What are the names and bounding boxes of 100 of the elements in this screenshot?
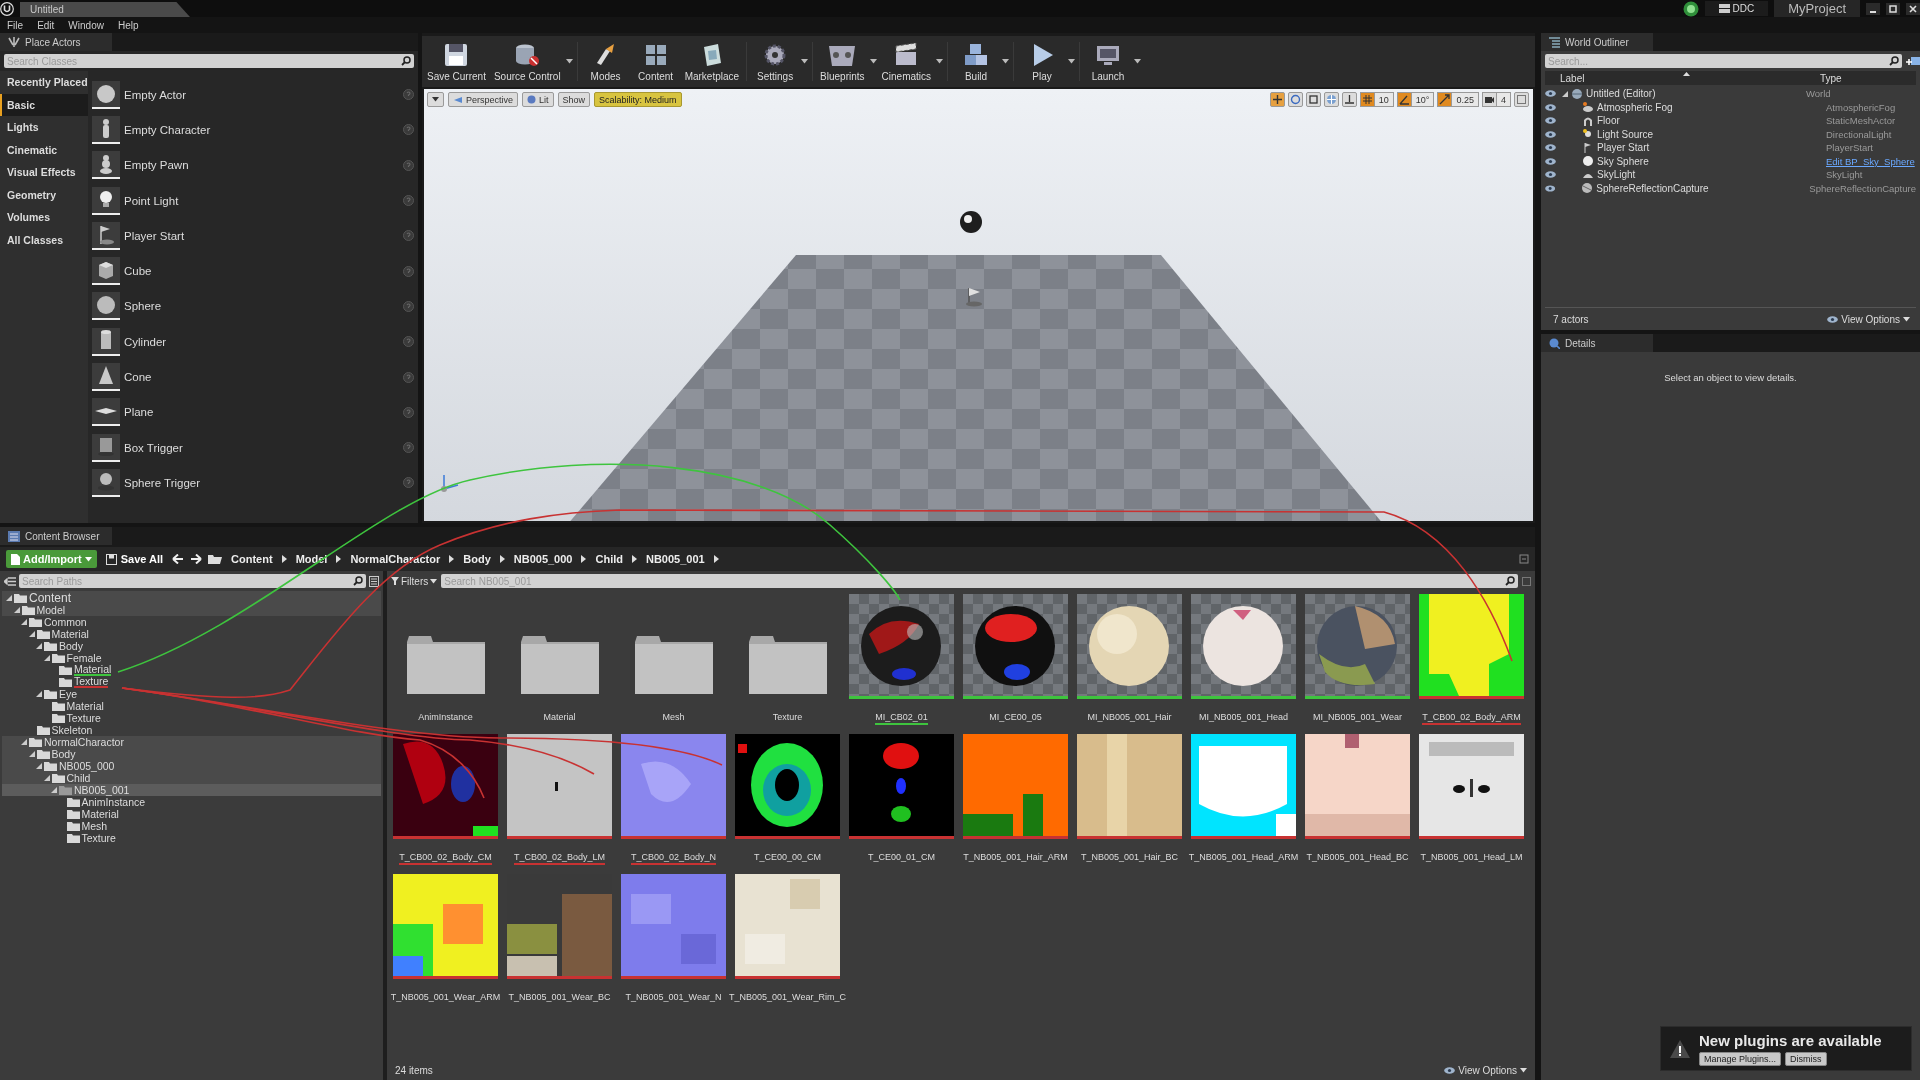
help-icon[interactable] xyxy=(403,124,414,136)
actor-name[interactable]: Empty Pawn xyxy=(124,159,399,172)
breadcrumb[interactable]: Body xyxy=(460,553,494,565)
separator-icon[interactable] xyxy=(449,555,455,563)
asset-name[interactable]: T_NB005_001_Wear_BC xyxy=(508,992,611,1003)
pawn-icon[interactable] xyxy=(92,151,120,180)
expanded-arrow-icon[interactable] xyxy=(51,787,57,793)
actor-label[interactable]: SphereReflectionCapture xyxy=(1596,182,1709,194)
tree-row[interactable]: Skeleton xyxy=(2,724,381,736)
help-icon[interactable] xyxy=(403,477,414,489)
tree-row[interactable]: Material xyxy=(2,700,381,712)
expanded-arrow-icon[interactable] xyxy=(21,619,27,625)
add-import-button[interactable]: Add/Import xyxy=(6,550,97,568)
asset-name[interactable]: MI_NB005_001_Wear xyxy=(1313,712,1402,723)
actor-label[interactable]: Sky Sphere xyxy=(1597,155,1649,167)
expanded-arrow-icon[interactable] xyxy=(21,739,27,745)
toolbar-button[interactable]: Play xyxy=(1018,36,1067,87)
tree-row[interactable]: AnimInstance xyxy=(2,796,381,808)
toolbar-button[interactable]: Content xyxy=(631,36,680,87)
category-tab[interactable]: Cinematic xyxy=(0,138,88,161)
visibility-icon[interactable] xyxy=(1545,130,1556,138)
category-tab[interactable]: Basic xyxy=(0,93,88,116)
asset-name[interactable]: T_CB00_02_Body_LM xyxy=(513,852,606,865)
figure-icon[interactable] xyxy=(92,115,120,144)
asset-name[interactable]: T_NB005_001_Wear_Rim_C xyxy=(729,992,846,1003)
asset-name[interactable]: MI_CB02_01 xyxy=(875,712,928,725)
panel-tab[interactable]: World Outliner xyxy=(1541,33,1653,51)
bulb-icon[interactable] xyxy=(92,186,120,215)
separator-icon[interactable] xyxy=(499,555,505,563)
asset-name[interactable]: T_NB005_001_Head_ARM xyxy=(1188,852,1299,863)
tree-row[interactable]: Material xyxy=(2,664,381,676)
cube-icon[interactable] xyxy=(92,257,120,286)
visibility-icon[interactable] xyxy=(1444,1066,1456,1074)
tree-row[interactable]: Material xyxy=(2,808,381,820)
category-tab[interactable]: Visual Effects xyxy=(0,161,88,184)
help-icon[interactable] xyxy=(403,159,414,171)
snap-toggle[interactable] xyxy=(1437,92,1453,107)
tree-row[interactable]: NormalCharactor xyxy=(2,736,381,748)
panel-tab[interactable]: Place Actors xyxy=(0,33,112,51)
tree-row[interactable]: Texture xyxy=(2,712,381,724)
search-icon[interactable] xyxy=(401,56,411,66)
tree-row[interactable]: Child xyxy=(2,772,381,784)
filters-button[interactable]: Filters xyxy=(391,575,438,587)
visibility-icon[interactable] xyxy=(1545,184,1556,192)
separator-icon[interactable] xyxy=(336,555,342,563)
menu-item[interactable]: Window xyxy=(61,19,111,31)
snap-value[interactable]: 0.25 xyxy=(1452,92,1479,107)
breadcrumb[interactable]: NB005_001 xyxy=(643,553,708,565)
visibility-icon[interactable] xyxy=(1545,103,1556,111)
toolbar-button[interactable]: Source Control xyxy=(490,36,564,87)
tree-row[interactable]: Eye xyxy=(2,688,381,700)
tree-row[interactable]: Body xyxy=(2,748,381,760)
asset-name[interactable]: MI_NB005_001_Head xyxy=(1198,712,1289,723)
lock-icon[interactable] xyxy=(1522,576,1531,586)
expanded-arrow-icon[interactable] xyxy=(28,751,35,757)
tree-row[interactable]: Common xyxy=(2,616,381,628)
tree-row[interactable]: Model xyxy=(2,604,381,616)
asset-name[interactable]: T_NB005_001_Hair_BC xyxy=(1080,852,1179,863)
folder-icon[interactable] xyxy=(404,636,487,696)
column-header[interactable]: Type xyxy=(1810,72,1842,84)
tree-row[interactable]: NB005_000 xyxy=(2,760,381,772)
category-tab[interactable]: All Classes xyxy=(0,228,88,251)
notification-button[interactable]: Dismiss xyxy=(1785,1051,1827,1066)
breadcrumb[interactable]: Content xyxy=(228,553,276,565)
visibility-icon[interactable] xyxy=(1545,171,1556,179)
actor-name[interactable]: Cone xyxy=(124,371,399,383)
viewport-button[interactable]: Show xyxy=(557,92,591,107)
asset-name[interactable]: T_CB00_02_Body_CM xyxy=(399,852,492,865)
expanded-arrow-icon[interactable] xyxy=(36,691,42,697)
actor-name[interactable]: Box Trigger xyxy=(124,441,399,454)
edit-link[interactable]: Edit BP_Sky_Sphere xyxy=(1826,155,1915,167)
view-options-button[interactable]: View Options xyxy=(1444,1064,1527,1076)
actor-name[interactable]: Plane xyxy=(124,406,399,419)
scalability-button[interactable]: Scalability: Medium xyxy=(594,92,682,107)
asset-name[interactable]: T_NB005_001_Wear_N xyxy=(625,992,722,1003)
notification-button[interactable]: Manage Plugins... xyxy=(1699,1051,1782,1066)
help-icon[interactable] xyxy=(403,406,414,418)
category-tab[interactable]: Geometry xyxy=(0,183,88,206)
search-icon[interactable] xyxy=(353,576,363,586)
actor-name[interactable]: Cylinder xyxy=(124,335,399,348)
help-icon[interactable] xyxy=(403,230,414,242)
menu-item[interactable]: Help xyxy=(110,19,146,31)
tree-row[interactable]: Body xyxy=(2,640,381,652)
panel-tab[interactable]: Content Browser xyxy=(0,527,112,545)
toolbar-button[interactable]: Save Current xyxy=(424,36,489,87)
caret-icon[interactable] xyxy=(801,59,809,64)
actor-name[interactable]: Player Start xyxy=(124,229,399,242)
actor-label[interactable]: Light Source xyxy=(1597,128,1654,140)
actor-name[interactable]: Sphere xyxy=(124,300,399,313)
document-tab[interactable]: Untitled xyxy=(20,2,190,17)
add-folder-icon[interactable] xyxy=(1906,55,1920,67)
tree-row[interactable]: Material xyxy=(2,628,381,640)
flag-icon[interactable] xyxy=(92,221,120,250)
expanded-arrow-icon[interactable] xyxy=(36,763,42,769)
category-tab[interactable]: Lights xyxy=(0,116,88,139)
save-all-button[interactable]: Save All xyxy=(102,553,167,565)
expanded-arrow-icon[interactable] xyxy=(36,643,42,649)
asset-name[interactable]: T_NB005_001_Hair_ARM xyxy=(963,852,1068,863)
viewport-button[interactable]: Perspective xyxy=(448,92,519,107)
caret-icon[interactable] xyxy=(1002,59,1010,64)
